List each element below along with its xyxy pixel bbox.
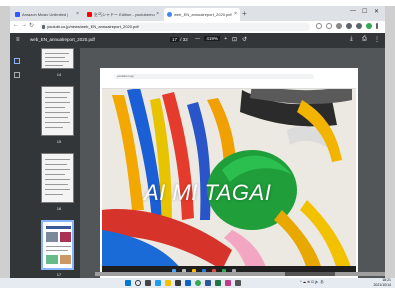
extensions-icon[interactable] <box>346 23 352 29</box>
page-number: 16 <box>56 206 62 211</box>
zoom-in-button[interactable]: + <box>224 36 227 42</box>
menu-icon[interactable]: ≡ <box>16 37 20 43</box>
windows-icon[interactable] <box>125 280 131 286</box>
youtube-icon <box>87 12 92 17</box>
menu-icon[interactable] <box>376 23 378 29</box>
more-icon[interactable]: ⋮ <box>374 36 380 43</box>
tab-label: web_EN_annualreport_2020.pdf <box>174 12 232 17</box>
sidepanel-icon[interactable] <box>356 23 362 29</box>
windows-taskbar: ^ ☁ ⊕ ⊡ 🔈 あ 18:21 2021/10/14 <box>0 278 395 288</box>
inner-browser-bar: youtubi.co.jp <box>102 70 356 89</box>
forward-icon[interactable]: → <box>21 22 27 28</box>
share-icon[interactable] <box>326 23 332 29</box>
reload-icon[interactable]: ↻ <box>29 22 34 29</box>
clock-date: 2021/10/14 <box>373 282 391 287</box>
download-icon[interactable]: ⤓ <box>350 36 353 43</box>
globe-icon <box>167 12 172 17</box>
tab-youtube[interactable]: 乞丐シャドー Edition - youtubemu × <box>84 8 162 21</box>
thumbnail-page-14[interactable] <box>41 48 74 69</box>
close-icon[interactable]: × <box>76 11 79 17</box>
minimize-button[interactable]: — <box>350 8 356 14</box>
page-number: 14 <box>56 72 62 77</box>
taskview-icon[interactable] <box>145 280 151 286</box>
pdf-viewer[interactable]: youtubi.co.jp AI MI TAGAI <box>80 48 385 278</box>
pdf-filename: web_EN_annualreport_2020.pdf <box>30 37 95 42</box>
total-pages: / 32 <box>180 37 188 42</box>
thumbnail-sidebar: 14 15 16 17 <box>10 48 80 278</box>
tab-label: 乞丐シャドー Edition - youtubemu <box>94 11 155 17</box>
address-bar[interactable]: youtubi.co.jp/news/web_EN_annualreport_2… <box>40 23 310 31</box>
rotate-icon[interactable]: ↺ <box>242 36 247 43</box>
lock-icon <box>42 25 45 29</box>
app-icon[interactable] <box>235 280 241 286</box>
url-text: youtubi.co.jp/news/web_EN_annualreport_2… <box>47 24 139 29</box>
colorful-artwork <box>102 70 356 276</box>
artwork-title: AI MI TAGAI <box>144 180 272 205</box>
address-toolbar: ← → ↻ youtubi.co.jp/news/web_EN_annualre… <box>10 21 385 33</box>
pdf-toolbar: ≡ web_EN_annualreport_2020.pdf 17 / 32 —… <box>10 33 385 48</box>
page-number: 17 <box>56 272 62 277</box>
tab-pdf[interactable]: web_EN_annualreport_2020.pdf × <box>164 8 240 21</box>
print-icon[interactable]: ⎙ <box>362 36 367 43</box>
zoom-icon[interactable] <box>316 23 322 29</box>
maximize-button[interactable]: ☐ <box>362 8 367 15</box>
page-number: 15 <box>56 139 62 144</box>
close-window-button[interactable]: ✕ <box>374 8 379 15</box>
new-tab-button[interactable]: + <box>242 8 247 19</box>
scroll-thumb[interactable] <box>285 272 335 276</box>
outline-icon[interactable] <box>14 72 20 78</box>
fit-page-icon[interactable]: ⊡ <box>232 36 237 43</box>
thumbnail-page-16[interactable] <box>41 153 74 203</box>
close-icon[interactable]: × <box>234 11 237 17</box>
store-icon[interactable] <box>175 280 181 286</box>
tab-amazon-music[interactable]: Amazon Music Unlimited | × <box>12 8 82 21</box>
photos-icon[interactable] <box>225 280 231 286</box>
zoom-controls: — 419% + <box>195 36 227 42</box>
edge-icon[interactable] <box>155 280 161 286</box>
chrome-icon[interactable] <box>195 280 201 286</box>
zoom-input[interactable]: 419% <box>204 36 220 41</box>
zoom-out-button[interactable]: — <box>195 36 200 42</box>
close-icon[interactable]: × <box>156 11 159 17</box>
excel-icon[interactable] <box>215 280 221 286</box>
page-indicator: 17 / 32 <box>170 37 188 42</box>
explorer-icon[interactable] <box>165 280 171 286</box>
screen: Amazon Music Unlimited | × 乞丐シャドー Editio… <box>0 0 395 288</box>
tab-label: Amazon Music Unlimited | <box>22 12 69 17</box>
clock[interactable]: 18:21 2021/10/14 <box>373 278 391 287</box>
tray-icons[interactable]: ^ ☁ ⊕ ⊡ 🔈 あ <box>300 280 324 285</box>
amazon-music-icon <box>15 12 20 17</box>
avatar[interactable] <box>366 23 372 29</box>
search-icon[interactable] <box>135 280 141 286</box>
inner-url: youtubi.co.jp <box>114 74 314 79</box>
word-icon[interactable] <box>205 280 211 286</box>
mail-icon[interactable] <box>185 280 191 286</box>
star-icon[interactable] <box>336 23 342 29</box>
page-photo: youtubi.co.jp AI MI TAGAI <box>102 70 356 276</box>
page-input[interactable]: 17 <box>170 37 180 42</box>
back-icon[interactable]: ← <box>13 22 19 28</box>
thumbnail-page-17[interactable] <box>41 220 74 270</box>
thumbnail-page-15[interactable] <box>41 86 74 136</box>
tab-strip: Amazon Music Unlimited | × 乞丐シャドー Editio… <box>10 6 385 21</box>
pdf-page: youtubi.co.jp AI MI TAGAI <box>100 68 358 278</box>
thumbnails-icon[interactable] <box>14 58 20 64</box>
horizontal-scrollbar[interactable] <box>95 272 385 276</box>
